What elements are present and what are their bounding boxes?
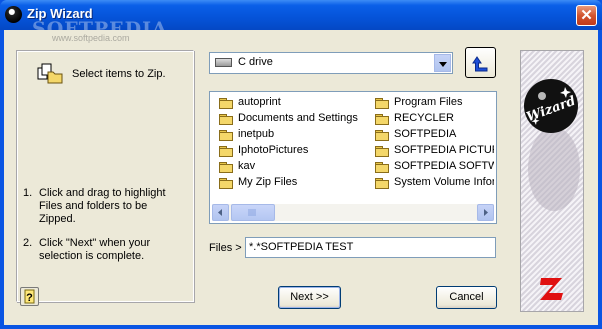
file-name: SOFTPEDIA <box>394 128 457 140</box>
question-icon: ? <box>24 289 35 304</box>
files-filter-input[interactable]: *.*SOFTPEDIA TEST <box>245 237 496 258</box>
folder-icon <box>375 130 389 141</box>
list-item[interactable]: SOFTPEDIA PICTURES <box>375 143 494 159</box>
file-name: System Volume Information <box>394 176 494 188</box>
list-item[interactable]: RECYCLER <box>375 111 494 127</box>
next-button[interactable]: Next >> <box>278 286 341 309</box>
file-name: autoprint <box>238 96 281 108</box>
dialog-body: www.softpedia.com Select items to Zip. 1… <box>4 30 598 325</box>
folder-icon <box>219 114 233 125</box>
list-item[interactable]: System Volume Information <box>375 175 494 191</box>
folder-icon <box>219 146 233 157</box>
file-browser-list[interactable]: autoprint Documents and Settings inetpub… <box>209 91 497 224</box>
watermark-url: www.softpedia.com <box>52 33 130 43</box>
scroll-right-button[interactable] <box>477 204 494 221</box>
wizard-sidebar-image: Wizard <box>520 50 584 312</box>
folder-icon <box>375 146 389 157</box>
folder-icon <box>219 178 233 189</box>
horizontal-scrollbar[interactable] <box>212 204 494 221</box>
up-folder-icon <box>472 56 488 72</box>
list-item[interactable]: autoprint <box>219 95 364 111</box>
list-item[interactable]: Program Files <box>375 95 494 111</box>
select-items-label: Select items to Zip. <box>72 68 166 80</box>
folder-icon <box>219 162 233 173</box>
list-item[interactable]: inetpub <box>219 127 364 143</box>
zip-files-icon <box>37 63 63 84</box>
list-item[interactable]: My Zip Files <box>219 175 364 191</box>
cancel-button[interactable]: Cancel <box>436 286 497 309</box>
list-item[interactable]: SOFTPEDIA SOFTWARE <box>375 159 494 175</box>
folder-icon <box>375 114 389 125</box>
grip-icon <box>248 209 256 216</box>
up-folder-button[interactable] <box>465 47 496 78</box>
list-item[interactable]: kav <box>219 159 364 175</box>
list-item[interactable]: IphotoPictures <box>219 143 364 159</box>
chevron-right-icon <box>484 209 488 216</box>
zip-wizard-window: Zip Wizard SOFTPEDIA ✕ www.softpedia.com… <box>0 0 602 329</box>
files-label: Files > <box>209 242 242 254</box>
drive-select-value: C drive <box>238 56 273 68</box>
step-number: 1. <box>23 187 33 199</box>
help-button[interactable]: ? <box>20 287 39 306</box>
file-name: RECYCLER <box>394 112 454 124</box>
folder-icon <box>219 130 233 141</box>
step-text: Click "Next" when your selection is comp… <box>39 237 151 262</box>
list-item[interactable]: SOFTPEDIA <box>375 127 494 143</box>
zip-z-icon <box>540 278 563 300</box>
step-text: Click and drag to highlight Files and fo… <box>39 187 166 225</box>
folder-icon <box>375 178 389 189</box>
file-name: Documents and Settings <box>238 112 358 124</box>
app-icon <box>5 6 22 23</box>
file-name: IphotoPictures <box>238 144 309 156</box>
hard-drive-icon <box>215 58 232 67</box>
file-name: My Zip Files <box>238 176 298 188</box>
wizard-ball-icon: Wizard <box>524 79 580 211</box>
svg-text:?: ? <box>26 292 33 304</box>
file-name: SOFTPEDIA PICTURES <box>394 144 494 156</box>
folder-icon <box>375 162 389 173</box>
scroll-left-button[interactable] <box>212 204 229 221</box>
file-name: SOFTPEDIA SOFTWARE <box>394 160 494 172</box>
chevron-left-icon <box>218 209 222 216</box>
file-name: inetpub <box>238 128 275 140</box>
close-button[interactable]: ✕ <box>576 5 597 26</box>
folder-icon <box>375 98 389 109</box>
drive-select[interactable]: C drive <box>209 52 453 74</box>
folder-icon <box>219 98 233 109</box>
file-name: Program Files <box>394 96 463 108</box>
title-bar[interactable]: Zip Wizard SOFTPEDIA ✕ <box>0 0 602 40</box>
file-name: kav <box>238 160 256 172</box>
scroll-thumb[interactable] <box>231 204 275 221</box>
chevron-down-icon[interactable] <box>434 54 451 72</box>
step-number: 2. <box>23 237 33 249</box>
instructions-panel: Select items to Zip. 1. Click and drag t… <box>16 50 194 302</box>
list-item[interactable]: Documents and Settings <box>219 111 364 127</box>
